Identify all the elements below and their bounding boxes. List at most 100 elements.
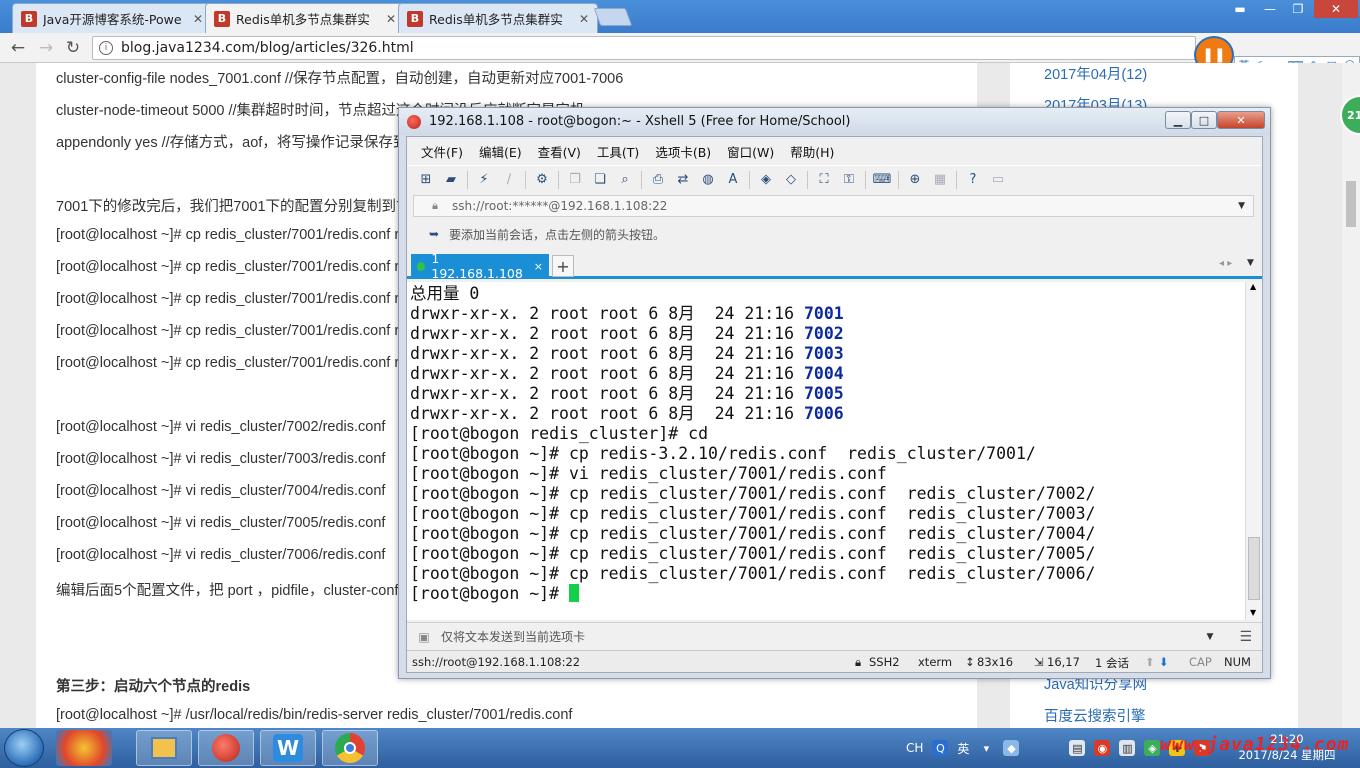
add-icon[interactable]: ⊕ [906,171,924,189]
friend-link[interactable]: 百度云搜索引擎 [1044,705,1146,726]
add-tab-button[interactable]: + [552,255,574,277]
chevron-down-icon[interactable]: ▼ [1238,201,1245,211]
chat-icon[interactable]: ▭ [989,171,1007,189]
wps-icon[interactable]: W [260,730,316,766]
menu-tools[interactable]: 工具(T) [597,142,639,161]
maximize-button[interactable]: ❐ [1284,0,1312,18]
close-window-button[interactable]: ✕ [1314,0,1358,18]
xshell-app-icon[interactable] [198,730,254,766]
chrome-icon[interactable] [322,730,378,766]
compose-bar[interactable]: ▣ 仅将文本发送到当前选项卡 ▼ ☰ [407,622,1262,650]
article-line: [root@localhost ~]# vi redis_cluster/700… [56,483,386,499]
terminal-line: drwxr-xr-x. 2 root root 6 8月 24 21:16 70… [410,324,844,344]
search-icon[interactable]: Q [932,740,949,756]
chevron-down-icon[interactable]: ▼ [1247,258,1254,268]
clock-time: 21:20 [1270,732,1304,746]
menu-view[interactable]: 查看(V) [538,142,581,161]
settings-icon[interactable]: ▾ [978,740,994,756]
session-tab-1[interactable]: 1 192.168.1.108 × [411,251,549,281]
close-icon[interactable]: × [534,260,543,273]
menu-file[interactable]: 文件(F) [421,142,463,161]
menu-lines-icon[interactable]: ☰ [1239,629,1252,645]
user-icon[interactable]: ▬ [1226,0,1254,18]
new-session-icon[interactable]: ⊞ [417,171,435,189]
terminal-line: [root@bogon redis_cluster]# cd [410,424,709,443]
transfer-icon[interactable]: ⇄ [674,171,692,189]
separator [641,170,642,189]
security-icon[interactable]: ◉ [1094,740,1111,756]
browser-tab-title: Java开源博客系统-Powe [43,12,182,27]
windows-start-icon[interactable] [4,729,44,767]
xftp-icon[interactable]: ◈ [757,171,775,189]
clock[interactable]: 21:20 2017/8/24 星期四 [1232,731,1342,763]
globe-icon[interactable]: ◍ [699,171,717,189]
shield-icon[interactable]: ◈ [1144,740,1161,756]
help-icon[interactable]: ? [964,171,982,189]
xshell-window: 192.168.1.108 - root@bogon:~ - Xshell 5 … [398,107,1271,679]
scroll-up-icon[interactable]: ▲ [1250,282,1256,291]
ime-lang[interactable]: CH [906,741,923,755]
ime-mode[interactable]: 英 [957,740,969,757]
back-arrow-icon[interactable]: ← [8,38,28,58]
terminal-line: [root@bogon ~]# cp redis_cluster/7001/re… [410,524,1096,543]
terminal[interactable]: 总用量 0 drwxr-xr-x. 2 root root 6 8月 24 21… [407,282,1262,620]
page-scrollbar[interactable] [1342,63,1360,728]
scroll-down-icon[interactable]: ▼ [1250,608,1256,617]
fullscreen-icon[interactable]: ⛶ [815,171,833,189]
menu-window[interactable]: 窗口(W) [727,142,774,161]
upload-arrow-icon: ⬆ [1145,655,1155,669]
keyboard-icon[interactable]: ⌨ [873,171,892,189]
cube-icon[interactable]: ◆ [1003,740,1020,756]
minimize-button[interactable]: — [1256,0,1284,18]
layout-icon[interactable]: ▦ [931,171,949,189]
font-icon[interactable]: A [724,171,742,189]
menu-help[interactable]: 帮助(H) [790,142,834,161]
reload-icon[interactable]: ↻ [63,38,83,58]
forward-arrow-icon[interactable]: → [36,38,56,58]
browser-tab-3[interactable]: B Redis单机多节点集群实 ✕ [398,3,598,33]
menu-tabs[interactable]: 选项卡(B) [655,142,711,161]
chevron-down-icon[interactable]: ▼ [1207,632,1214,642]
paste-icon[interactable]: ❏ [591,171,609,189]
scroll-thumb[interactable] [1346,181,1356,227]
wifi-icon[interactable]: ▥ [1119,740,1136,756]
print-icon[interactable]: ⎙ [649,171,667,189]
menu-edit[interactable]: 编辑(E) [479,142,522,161]
status-protocol: SSH2 [869,655,900,669]
close-window-button[interactable]: ✕ [1217,111,1265,129]
browser-tab-2[interactable]: B Redis单机多节点集群实 ✕ [205,3,405,33]
close-icon[interactable]: ✕ [386,12,396,26]
disconnect-icon[interactable]: ∕ [500,171,518,189]
xshell-title-bar[interactable]: 192.168.1.108 - root@bogon:~ - Xshell 5 … [399,108,1270,135]
close-icon[interactable]: ✕ [193,12,203,26]
info-icon[interactable]: i [99,41,113,55]
reconnect-icon[interactable]: ⚡ [475,171,493,189]
file-manager-icon[interactable] [136,730,192,766]
minimize-button[interactable]: ▁ [1165,111,1191,129]
picasa-icon[interactable] [56,730,112,766]
lock-icon: 🔒︎ [855,655,862,669]
compose-icon[interactable]: ▣ [415,628,433,646]
url-input[interactable]: i blog.java1234.com/blog/articles/326.ht… [92,36,1196,60]
copy-icon[interactable]: ❐ [566,171,584,189]
network-icon[interactable]: ▤ [1069,740,1086,756]
status-connection: ssh://root@192.168.1.108:22 [412,654,581,669]
article-line: [root@localhost ~]# vi redis_cluster/700… [56,451,386,467]
session-address-bar[interactable]: 🔒︎ ssh://root:******@192.168.1.108:22 ▼ [413,195,1254,217]
lock-icon[interactable]: ⚿ [840,171,858,189]
browser-tab-1[interactable]: B Java开源博客系统-Powe ✕ [12,3,212,33]
maximize-button[interactable]: □ [1191,111,1217,129]
terminal-scrollbar[interactable]: ▲ ▼ [1245,282,1262,620]
script-icon[interactable]: ◇ [782,171,800,189]
scroll-thumb[interactable] [1248,537,1260,600]
new-tab-button[interactable] [593,8,633,26]
dir-prefix: drwxr-xr-x. 2 root root 6 8月 24 21:16 [410,364,804,383]
tab-scroll-arrows-icon[interactable]: ◂ ▸ [1219,258,1232,269]
add-session-arrow-icon[interactable]: ➥ [425,225,443,243]
open-folder-icon[interactable]: ▰ [442,171,460,189]
close-icon[interactable]: ✕ [579,12,589,26]
archive-link[interactable]: 2017年04月(12) [1044,63,1147,84]
properties-icon[interactable]: ⚙ [533,171,551,189]
separator [467,170,468,189]
find-icon[interactable]: ⌕ [616,171,634,189]
